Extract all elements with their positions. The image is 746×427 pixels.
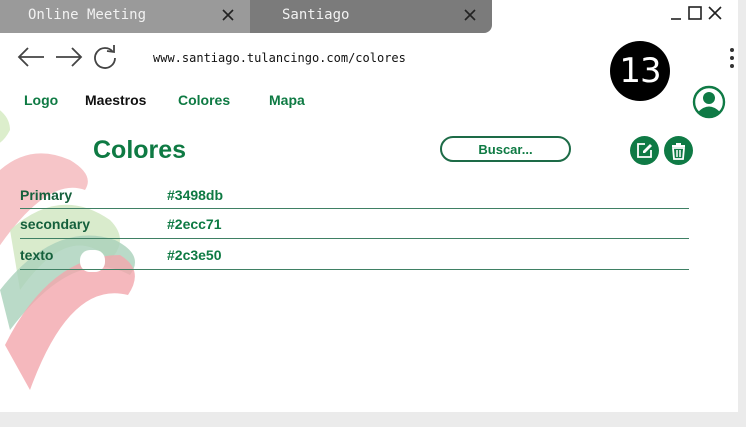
search-button[interactable]: Buscar...	[440, 136, 571, 162]
tab-online-meeting[interactable]: Online Meeting	[0, 0, 250, 33]
nav-link-mapa[interactable]: Mapa	[269, 92, 305, 108]
table-row[interactable]: Primary #3498db	[20, 187, 689, 209]
delete-button[interactable]	[664, 136, 693, 165]
color-name: Primary	[20, 187, 73, 203]
color-name: secondary	[20, 216, 91, 232]
color-value: #2ecc71	[167, 216, 222, 232]
color-value: #2c3e50	[167, 247, 222, 263]
minimize-icon[interactable]	[667, 4, 685, 22]
close-icon[interactable]	[462, 7, 478, 23]
tab-santiago[interactable]: Santiago	[250, 0, 492, 33]
trash-icon	[672, 142, 685, 160]
edit-button[interactable]	[630, 136, 659, 165]
window-close-icon[interactable]	[706, 4, 724, 22]
close-icon[interactable]	[220, 7, 236, 23]
nav-link-maestros[interactable]: Maestros	[85, 92, 146, 108]
url-field[interactable]: www.santiago.tulancingo.com/colores	[153, 51, 406, 65]
color-name: texto	[20, 247, 54, 263]
step-number-badge: 13	[610, 41, 670, 101]
tab-label: Santiago	[282, 7, 350, 23]
maximize-icon[interactable]	[686, 4, 704, 22]
user-avatar-icon[interactable]	[692, 85, 726, 119]
table-row[interactable]: texto #2c3e50	[20, 247, 689, 270]
page-title: Colores	[93, 136, 187, 164]
tab-label: Online Meeting	[28, 7, 147, 23]
edit-icon	[637, 143, 652, 158]
tab-strip: Online Meeting Santiago	[0, 0, 738, 35]
color-value: #3498db	[167, 187, 224, 203]
forward-arrow-icon[interactable]	[54, 44, 84, 70]
reload-icon[interactable]	[92, 44, 118, 70]
table-row[interactable]: secondary #2ecc71	[20, 216, 689, 239]
nav-link-colores[interactable]: Colores	[178, 92, 230, 108]
kebab-menu-icon[interactable]	[727, 47, 737, 69]
back-arrow-icon[interactable]	[16, 44, 46, 70]
nav-link-logo[interactable]: Logo	[24, 92, 58, 108]
